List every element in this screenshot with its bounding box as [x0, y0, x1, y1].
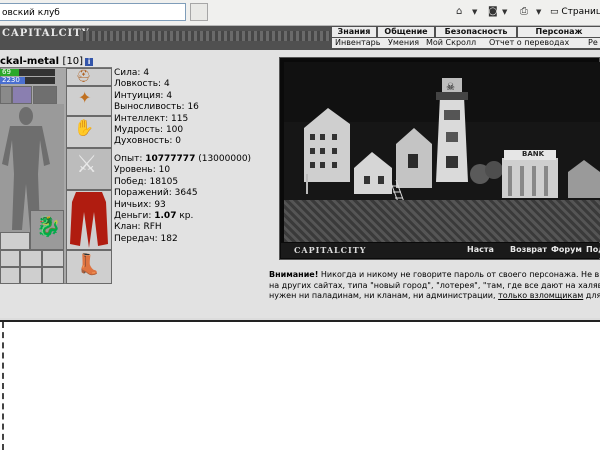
equipment-slot[interactable]	[33, 86, 57, 104]
stat-transfers: Передач: 182	[114, 233, 178, 244]
attribute-endurance: Выносливость: 16	[114, 102, 199, 113]
gloves-icon: ✋	[74, 118, 94, 137]
stat-losses: Поражений: 3645	[114, 188, 198, 199]
new-tab-button[interactable]	[190, 3, 208, 21]
sword-icon: ⚔	[76, 150, 98, 178]
dragon-icon: 🐉	[36, 214, 61, 238]
amulet-slot[interactable]	[12, 86, 32, 104]
equipment-slot[interactable]	[0, 86, 12, 104]
dropdown-arrow-icon[interactable]: ▼	[502, 5, 507, 19]
page-icon: ▭	[550, 7, 562, 17]
boots-icon: 👢	[76, 252, 101, 276]
bracer-icon: ✦	[78, 88, 92, 107]
nav-skills[interactable]: Умения	[388, 38, 419, 48]
red-armor-icon	[70, 192, 108, 248]
ring-slot[interactable]	[20, 250, 42, 267]
nav-more[interactable]: Ре	[588, 38, 598, 48]
warning-line: на других сайтах, типа "новый город", "л…	[269, 280, 600, 290]
health-value: 69	[2, 68, 11, 76]
dropdown-arrow-icon[interactable]: ▼	[536, 5, 541, 19]
tower-building[interactable]: ☠	[436, 78, 468, 182]
city-logo: CAPITALCITY	[294, 245, 367, 255]
warning-line: нужен ни паладинам, ни кланам, ни админи…	[269, 291, 600, 301]
frame-splitter[interactable]	[2, 322, 4, 450]
character-attributes: Сила: 4 Ловкость: 4 Интуиция: 4 Вынослив…	[114, 68, 199, 148]
attribute-spirituality: Духовность: 0	[114, 136, 182, 147]
rss-feed-icon[interactable]: ◙	[488, 5, 498, 19]
stat-clan: Клан: RFH	[114, 222, 162, 233]
city-link-return[interactable]: Возврат	[510, 245, 547, 254]
site-logo: CAPITALCITY	[2, 28, 90, 39]
page-menu-label: Страница	[561, 7, 600, 17]
attribute-intellect: Интеллект: 115	[114, 113, 189, 124]
ring-slot[interactable]	[20, 267, 42, 284]
equipment-slot[interactable]	[0, 232, 30, 250]
sub-navigation: Инвентарь Умения Мой Скролл Отчет о пере…	[332, 38, 600, 48]
dropdown-arrow-icon[interactable]: ▼	[472, 5, 477, 19]
attribute-intuition: Интуиция: 4	[114, 90, 173, 101]
stat-draws: Ничьих: 93	[114, 199, 166, 210]
ring-slot[interactable]	[42, 250, 64, 267]
stat-level: Уровень: 10	[114, 165, 171, 176]
home-icon[interactable]: ⌂	[456, 5, 462, 19]
password-warning: Внимание! Никогда и никому не говорите п…	[269, 270, 600, 302]
nav-my-scroll[interactable]: Мой Скролл	[426, 38, 476, 48]
tree	[485, 161, 503, 179]
character-name-text: ckal-metal	[0, 56, 60, 67]
ring-slot[interactable]	[42, 267, 64, 284]
print-icon[interactable]: ⎙	[520, 5, 528, 19]
chat-frame	[0, 320, 600, 450]
attribute-agility: Ловкость: 4	[114, 79, 170, 90]
lamp-post	[306, 174, 308, 194]
character-stats: Опыт: 10777777 (13000000) Уровень: 10 По…	[114, 154, 251, 245]
nav-knowledge[interactable]: Знания	[332, 27, 376, 37]
city-link-nastavnik[interactable]: Наста	[467, 245, 494, 254]
ring-slot[interactable]	[0, 267, 20, 284]
svg-text:☠: ☠	[446, 82, 455, 93]
city-link-more[interactable]: Под	[586, 245, 600, 254]
header-decoration	[80, 31, 330, 41]
character-name: ckal-metal [10] i	[0, 56, 94, 67]
nav-character[interactable]: Персонаж	[518, 27, 600, 37]
nav-communication[interactable]: Общение	[378, 27, 434, 37]
stat-wins: Побед: 18105	[114, 176, 179, 187]
warning-link[interactable]: только взломщикам	[498, 291, 583, 300]
nav-inventory[interactable]: Инвентарь	[335, 38, 380, 48]
stat-experience: Опыт: 10777777 (13000000)	[114, 154, 252, 164]
mana-value: 2230	[2, 76, 20, 84]
city-link-forum[interactable]: Форум	[551, 245, 582, 254]
info-icon[interactable]: i	[85, 58, 94, 66]
page-menu-button[interactable]: ▭ Страница	[550, 5, 600, 19]
warning-line: Внимание! Никогда и никому не говорите п…	[269, 270, 600, 279]
character-level: [10]	[62, 56, 84, 67]
nav-security[interactable]: Безопасность	[436, 27, 516, 37]
attribute-wisdom: Мудрость: 100	[114, 125, 184, 136]
stat-money: Деньги: 1.07 кр.	[114, 211, 194, 222]
building-left[interactable]	[304, 108, 350, 182]
bank-sign: BANK	[522, 150, 545, 158]
attribute-strength: Сила: 4	[114, 68, 150, 78]
city-ground	[284, 200, 600, 242]
helmet-icon: ⛑	[76, 69, 92, 83]
nav-transfer-report[interactable]: Отчет о переводах	[489, 38, 569, 48]
ring-slot[interactable]	[0, 250, 20, 267]
address-tab-title[interactable]: овский клуб	[0, 3, 186, 21]
